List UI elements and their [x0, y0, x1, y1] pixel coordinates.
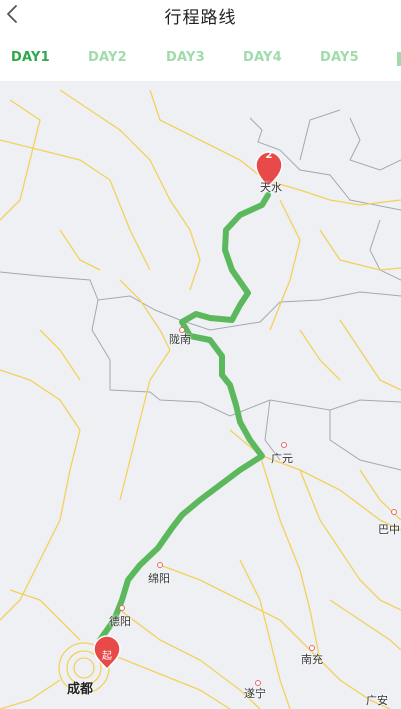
tab-day1[interactable]: DAY1	[11, 50, 50, 65]
tab-overflow-indicator	[397, 52, 401, 66]
day-tabs: DAY1 DAY2 DAY3 DAY4 DAY5	[0, 40, 401, 80]
tab-day5[interactable]: DAY5	[320, 50, 359, 65]
start-marker-label: 起	[102, 651, 112, 662]
city-label-suining: 遂宁	[244, 687, 266, 700]
page-title: 行程路线	[164, 8, 237, 28]
city-label-guangyuan: 广元	[271, 452, 293, 465]
city-label-bazhong: 巴中	[378, 523, 400, 536]
city-label-nanchong: 南充	[301, 653, 323, 666]
header: 行程路线	[0, 0, 401, 36]
city-label-deyang: 德阳	[109, 615, 131, 628]
roads	[0, 89, 401, 709]
city-label-chengdu: 成都	[67, 682, 94, 697]
tab-day4[interactable]: DAY4	[243, 50, 282, 65]
route-map[interactable]: 2 起 天水 陇南 广元 巴中 绵阳 德阳 南充 成都 遂宁 广安	[0, 81, 401, 709]
city-label-longnan: 陇南	[169, 333, 191, 346]
route-path	[97, 192, 271, 663]
city-label-mianyang: 绵阳	[148, 572, 170, 585]
tab-day2[interactable]: DAY2	[88, 50, 127, 65]
city-label-guangan: 广安	[366, 694, 388, 707]
province-borders	[0, 109, 401, 471]
city-dots	[119, 327, 397, 686]
city-label-tianshui: 天水	[260, 181, 282, 194]
tab-day3[interactable]: DAY3	[166, 50, 205, 65]
end-marker-label: 2	[265, 150, 273, 161]
map-canvas	[0, 89, 401, 709]
